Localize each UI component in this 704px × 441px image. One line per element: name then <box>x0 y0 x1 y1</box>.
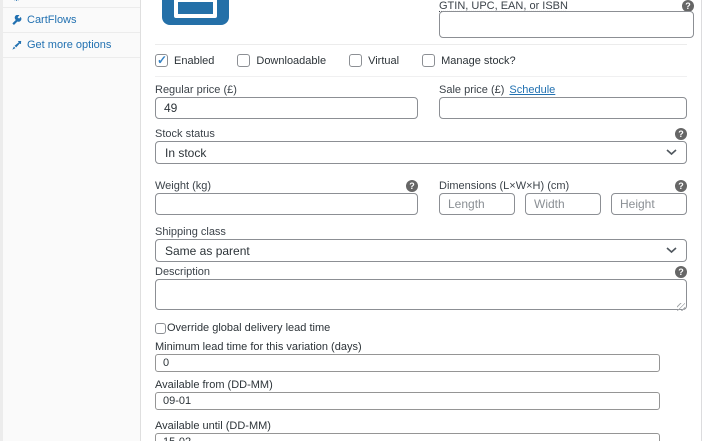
downloadable-checkbox-item[interactable]: Downloadable <box>237 54 326 67</box>
dimensions-label: Dimensions (L×W×H) (cm) <box>439 180 569 192</box>
variation-form: GTIN, UPC, EAN, or ISBN Enabled Download… <box>141 0 704 441</box>
min-lead-time-input[interactable] <box>155 354 660 372</box>
height-input[interactable] <box>611 193 687 215</box>
override-lead-time-item[interactable]: Override global delivery lead time <box>155 322 687 334</box>
virtual-checkbox[interactable] <box>349 54 362 67</box>
manage-stock-label: Manage stock? <box>441 55 516 67</box>
description-label: Description <box>155 266 210 278</box>
tab-cartflows[interactable]: CartFlows <box>3 8 140 33</box>
description-help-icon[interactable] <box>675 266 687 278</box>
image-frame-glyph <box>174 0 217 18</box>
virtual-label: Virtual <box>368 55 399 67</box>
sale-price-field-group: Sale price (£) Schedule <box>439 84 687 119</box>
downloadable-label: Downloadable <box>256 55 326 67</box>
enabled-checkbox-item[interactable]: Enabled <box>155 54 214 67</box>
tab-get-more-options[interactable]: Get more options <box>3 33 140 58</box>
available-until-label: Available until (DD-MM) <box>155 420 687 432</box>
regular-price-field-group: Regular price (£) <box>155 84 418 119</box>
min-lead-time-label: Minimum lead time for this variation (da… <box>155 341 687 353</box>
tab-advanced[interactable]: Advanced <box>3 0 140 8</box>
gtin-input[interactable] <box>439 11 694 38</box>
available-from-field-group: Available from (DD-MM) <box>155 379 687 410</box>
tab-cartflows-label: CartFlows <box>27 14 77 26</box>
chevron-down-icon <box>666 149 677 156</box>
shipping-class-value: Same as parent <box>165 244 250 258</box>
description-field-group: Description <box>155 266 687 315</box>
available-from-label: Available from (DD-MM) <box>155 379 687 391</box>
stock-status-select[interactable]: In stock <box>155 141 687 164</box>
override-lead-time-label: Override global delivery lead time <box>167 322 330 334</box>
available-until-field-group: Available until (DD-MM) <box>155 420 687 441</box>
dimensions-help-icon[interactable] <box>675 180 687 192</box>
wrench-icon <box>11 15 22 26</box>
schedule-link[interactable]: Schedule <box>509 84 555 96</box>
available-from-input[interactable] <box>155 392 660 410</box>
panel-right-border <box>701 0 702 441</box>
shipping-class-field-group: Shipping class Same as parent <box>155 226 687 262</box>
product-data-tabs: Advanced CartFlows Get more options <box>0 0 141 441</box>
chevron-down-icon <box>666 247 677 254</box>
tab-get-more-options-label: Get more options <box>27 39 111 51</box>
variation-header-row: GTIN, UPC, EAN, or ISBN <box>155 0 687 45</box>
manage-stock-checkbox[interactable] <box>422 54 435 67</box>
dimensions-field-group: Dimensions (L×W×H) (cm) <box>439 180 687 215</box>
gear-icon <box>11 0 22 1</box>
weight-field-group: Weight (kg) <box>155 180 418 215</box>
available-until-input[interactable] <box>155 433 660 441</box>
manage-stock-checkbox-item[interactable]: Manage stock? <box>422 54 516 67</box>
stock-status-label: Stock status <box>155 128 215 140</box>
sale-price-label: Sale price (£) <box>439 84 504 96</box>
variation-options-row: Enabled Downloadable Virtual Manage stoc… <box>155 45 687 77</box>
arrow-icon <box>11 40 22 51</box>
regular-price-input[interactable] <box>155 97 418 119</box>
weight-label: Weight (kg) <box>155 180 211 192</box>
stock-status-value: In stock <box>165 146 206 160</box>
stock-status-field-group: Stock status In stock <box>155 128 687 164</box>
shipping-class-select[interactable]: Same as parent <box>155 239 687 262</box>
description-textarea[interactable] <box>155 279 687 310</box>
min-lead-time-field-group: Minimum lead time for this variation (da… <box>155 341 687 372</box>
variation-image-icon[interactable] <box>162 0 229 25</box>
weight-help-icon[interactable] <box>406 180 418 192</box>
width-input[interactable] <box>525 193 601 215</box>
length-input[interactable] <box>439 193 515 215</box>
shipping-dims-row: Weight (kg) Dimensions (L×W×H) (cm) <box>155 180 687 215</box>
enabled-label: Enabled <box>174 55 214 67</box>
stock-status-help-icon[interactable] <box>675 128 687 140</box>
sale-price-input[interactable] <box>439 97 687 119</box>
weight-input[interactable] <box>155 193 418 215</box>
override-lead-time-checkbox[interactable] <box>155 323 166 334</box>
tab-advanced-label: Advanced <box>27 0 76 1</box>
product-data-panel: Advanced CartFlows Get more options <box>0 0 704 441</box>
price-row: Regular price (£) Sale price (£) Schedul… <box>155 84 687 119</box>
regular-price-label: Regular price (£) <box>155 84 237 96</box>
enabled-checkbox[interactable] <box>155 54 168 67</box>
virtual-checkbox-item[interactable]: Virtual <box>349 54 399 67</box>
gtin-field-group: GTIN, UPC, EAN, or ISBN <box>439 0 694 38</box>
shipping-class-label: Shipping class <box>155 226 226 238</box>
downloadable-checkbox[interactable] <box>237 54 250 67</box>
